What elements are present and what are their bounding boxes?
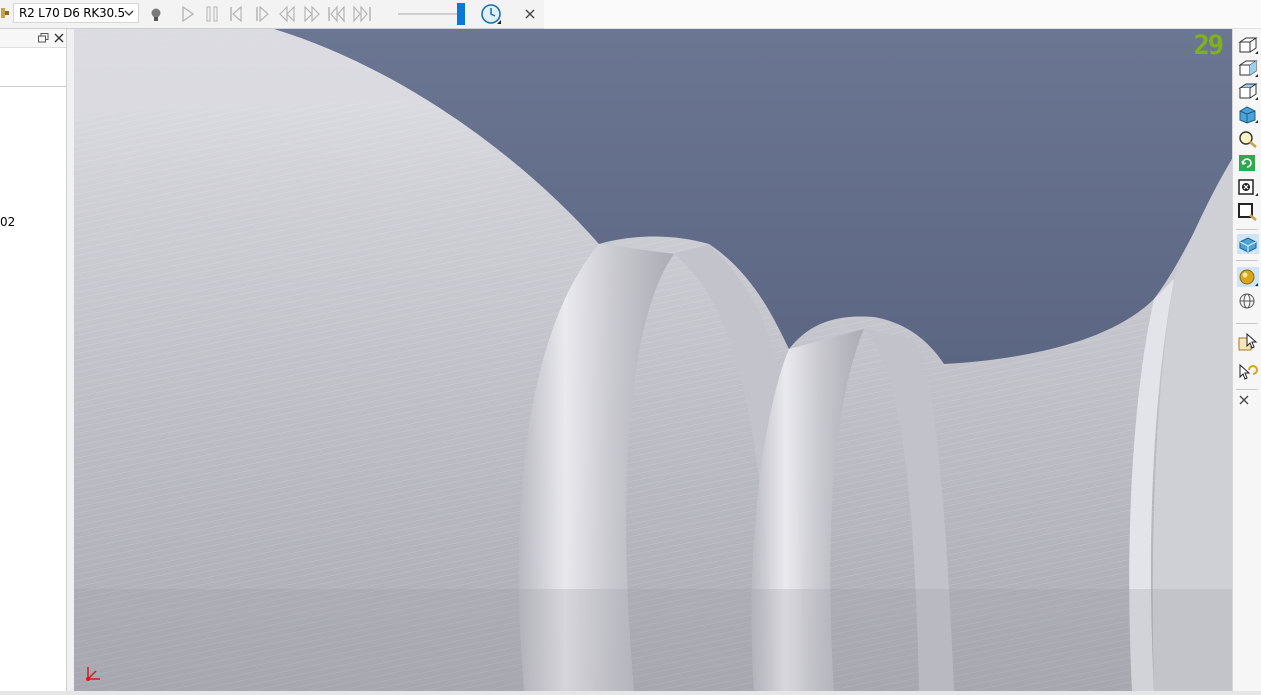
select-cursor-icon[interactable] bbox=[1237, 332, 1259, 352]
turned-part-model bbox=[74, 29, 1232, 691]
wireframe-globe-icon[interactable] bbox=[1237, 291, 1259, 311]
close-icon[interactable] bbox=[1239, 395, 1249, 405]
step-forward-icon[interactable] bbox=[253, 4, 273, 24]
chevron-down-icon bbox=[124, 10, 134, 16]
tool-holder-icon bbox=[1, 8, 9, 18]
axis-triad-icon bbox=[86, 667, 100, 681]
panel-close-icon[interactable] bbox=[54, 33, 64, 43]
rewind-icon[interactable] bbox=[277, 4, 297, 24]
speed-slider[interactable] bbox=[398, 3, 470, 25]
side-panel: 02 bbox=[0, 29, 67, 692]
restore-window-icon[interactable] bbox=[38, 33, 49, 43]
step-back-icon[interactable] bbox=[227, 4, 247, 24]
view-front-icon[interactable] bbox=[1237, 35, 1259, 55]
toolbar-separator bbox=[1236, 389, 1258, 390]
fps-counter: 29 bbox=[1193, 30, 1223, 61]
skip-to-start-icon[interactable] bbox=[327, 4, 347, 24]
panel-header bbox=[0, 29, 66, 48]
pause-icon[interactable] bbox=[202, 4, 222, 24]
zoom-icon[interactable] bbox=[1237, 129, 1259, 149]
play-icon[interactable] bbox=[177, 4, 197, 24]
toolbar-background bbox=[544, 0, 1261, 29]
lightbulb-icon[interactable] bbox=[146, 4, 166, 24]
toolbar-separator bbox=[1236, 229, 1258, 230]
status-strip bbox=[0, 691, 1261, 695]
close-icon[interactable] bbox=[524, 8, 536, 20]
view-toolbar bbox=[1232, 29, 1261, 692]
skip-to-end-icon[interactable] bbox=[352, 4, 372, 24]
fit-all-icon[interactable] bbox=[1237, 177, 1259, 197]
undo-select-icon[interactable] bbox=[1237, 361, 1259, 381]
zoom-window-icon[interactable] bbox=[1237, 201, 1259, 221]
view-top-icon[interactable] bbox=[1237, 81, 1259, 101]
panel-item-text: 02 bbox=[0, 215, 16, 229]
toolbar-separator bbox=[1236, 260, 1258, 261]
3d-viewport[interactable]: 29 bbox=[74, 29, 1232, 691]
sphere-render-icon[interactable] bbox=[1237, 267, 1259, 287]
clock-icon[interactable] bbox=[480, 3, 502, 25]
shaded-view-icon[interactable] bbox=[1237, 234, 1259, 254]
toolbar-separator bbox=[1236, 323, 1258, 324]
tool-select[interactable]: R2 L70 D6 RK30.5 bbox=[13, 3, 139, 23]
playback-toolbar: R2 L70 D6 RK30.5 bbox=[0, 0, 544, 29]
slider-thumb[interactable] bbox=[457, 3, 465, 25]
slider-track bbox=[398, 13, 457, 15]
view-side-icon[interactable] bbox=[1237, 58, 1259, 78]
refresh-icon[interactable] bbox=[1237, 153, 1259, 173]
panel-tab-strip bbox=[0, 48, 66, 87]
view-iso-icon[interactable] bbox=[1237, 104, 1259, 124]
fast-forward-icon[interactable] bbox=[302, 4, 322, 24]
tool-select-value: R2 L70 D6 RK30.5 bbox=[19, 6, 125, 20]
